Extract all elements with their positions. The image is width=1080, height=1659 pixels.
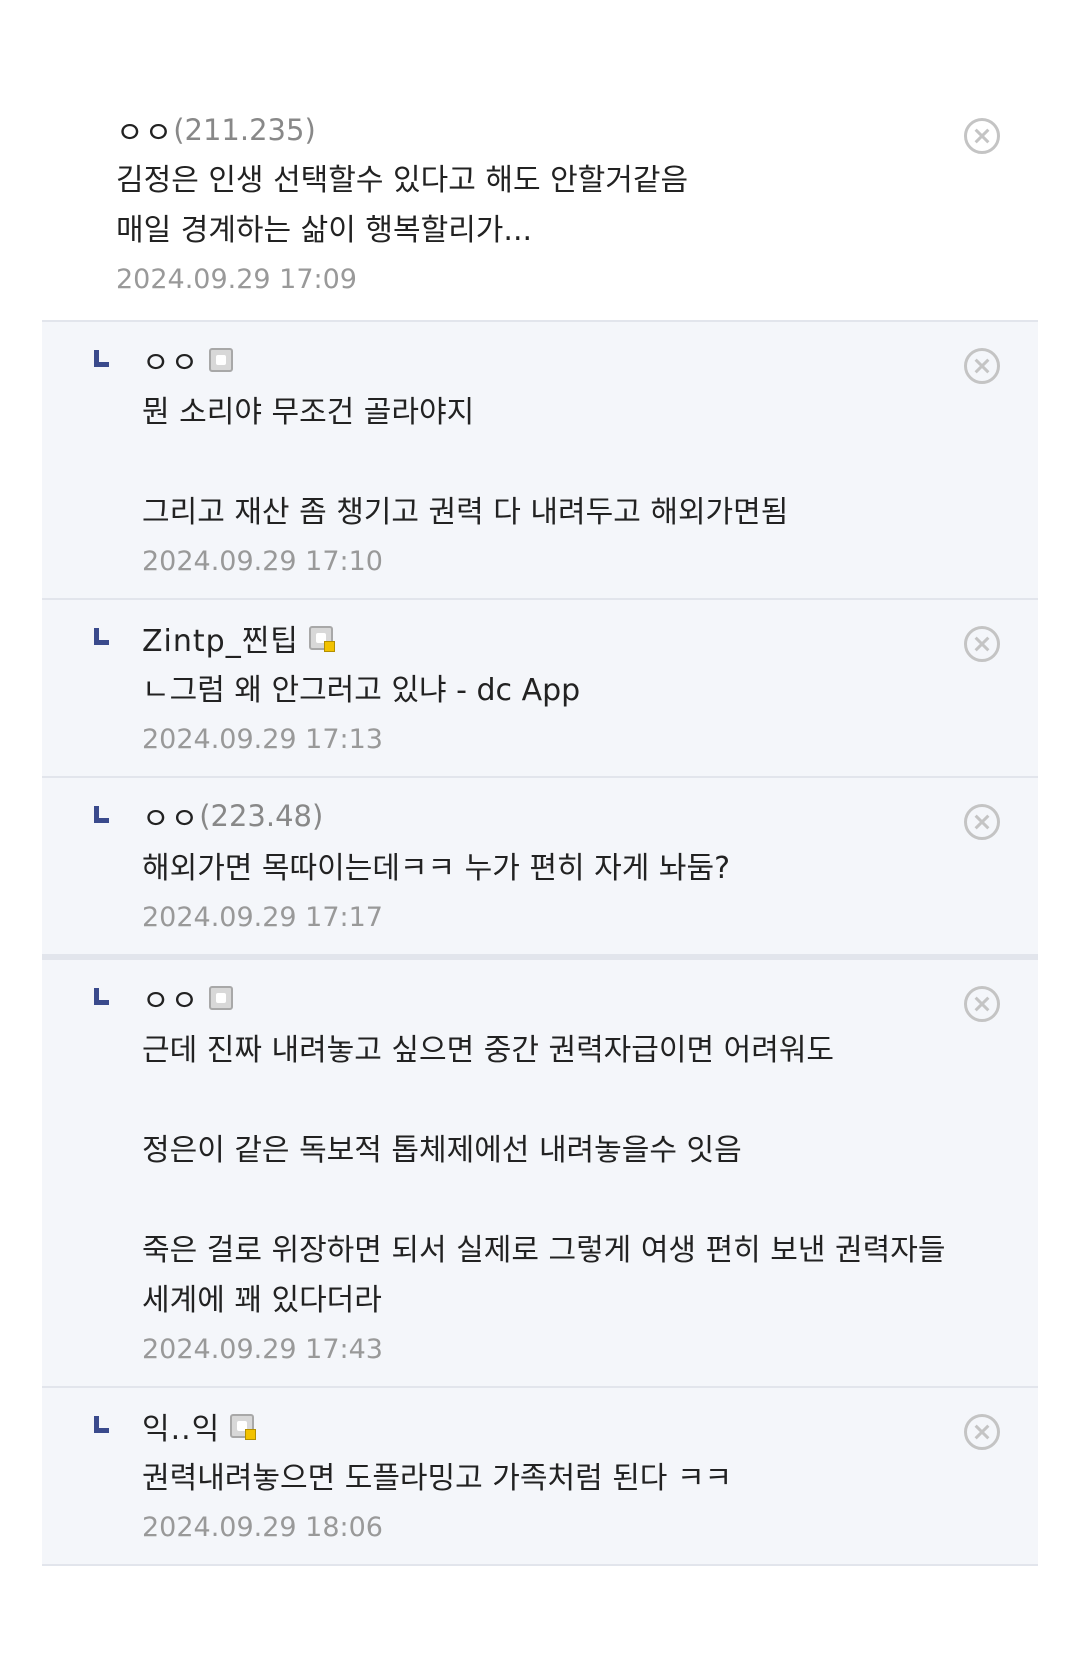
reply: ㅇㅇ (223.48) 해외가면 목따이는데ㅋㅋ 누가 편히 자게 놔둠? 20…	[42, 778, 1038, 956]
fixed-nick-gold-icon	[308, 626, 335, 652]
comment-text: 김정은 인생 선택할수 있다고 해도 안할거같음 매일 경계하는 삶이 행복할리…	[116, 163, 689, 248]
author-ip: (211.235)	[173, 113, 316, 147]
reply-date: 2024.09.29 17:13	[142, 724, 383, 755]
delete-comment-button[interactable]	[964, 118, 1000, 154]
reply-date: 2024.09.29 17:10	[142, 546, 383, 577]
comment-list: ㅇㅇ (211.235) 김정은 인생 선택할수 있다고 해도 안할거같음 매일…	[0, 0, 1080, 1566]
fixed-nick-icon	[209, 348, 234, 372]
comment: ㅇㅇ (211.235) 김정은 인생 선택할수 있다고 해도 안할거같음 매일…	[42, 0, 1038, 322]
author-name[interactable]: ㅇㅇ	[116, 108, 173, 152]
delete-reply-button[interactable]	[964, 348, 1000, 384]
author-name[interactable]: ㅇㅇ	[142, 794, 199, 838]
reply-author-line: ㅇㅇ	[142, 338, 1038, 382]
reply-date: 2024.09.29 18:06	[142, 1512, 383, 1543]
reply-text: 권력내려놓으면 도플라밍고 가족처럼 된다 ㅋㅋ	[142, 1461, 733, 1496]
reply: ㅇㅇ 뭔 소리야 무조건 골라야지 그리고 재산 좀 챙기고 권력 다 내려두고…	[42, 322, 1038, 600]
reply-author-line: ㅇㅇ (223.48)	[142, 794, 1038, 838]
reply-date: 2024.09.29 17:17	[142, 902, 383, 933]
delete-reply-button[interactable]	[964, 626, 1000, 662]
reply: Zintp_찐팁 ㄴ그럼 왜 안그러고 있냐 - dc App 2024.09.…	[42, 600, 1038, 778]
reply-arrow-icon	[94, 988, 109, 1005]
delete-reply-button[interactable]	[964, 1414, 1000, 1450]
reply-date: 2024.09.29 17:43	[142, 1334, 383, 1365]
reply-author-line: ㅇㅇ	[142, 976, 1038, 1020]
delete-reply-button[interactable]	[964, 804, 1000, 840]
reply-arrow-icon	[94, 1416, 109, 1433]
fixed-nick-gold-icon	[230, 1414, 257, 1440]
reply-author-line: 익..익	[142, 1404, 1038, 1448]
reply-text: 뭔 소리야 무조건 골라야지 그리고 재산 좀 챙기고 권력 다 내려두고 해외…	[142, 395, 789, 530]
comment-date: 2024.09.29 17:09	[116, 264, 357, 295]
reply: ㅇㅇ 근데 진짜 내려놓고 싶으면 중간 권력자급이면 어려워도 정은이 같은 …	[42, 956, 1038, 1388]
reply: 익..익 권력내려놓으면 도플라밍고 가족처럼 된다 ㅋㅋ 2024.09.29…	[42, 1388, 1038, 1566]
reply-text: 해외가면 목따이는데ㅋㅋ 누가 편히 자게 놔둠?	[142, 851, 731, 886]
author-name[interactable]: ㅇㅇ	[142, 976, 199, 1020]
comment-author-line: ㅇㅇ (211.235)	[116, 108, 1038, 152]
reply-arrow-icon	[94, 350, 109, 367]
author-ip: (223.48)	[199, 799, 324, 833]
author-name[interactable]: Zintp_찐팁	[142, 616, 299, 660]
delete-reply-button[interactable]	[964, 986, 1000, 1022]
reply-text: 근데 진짜 내려놓고 싶으면 중간 권력자급이면 어려워도 정은이 같은 독보적…	[142, 1033, 946, 1318]
reply-arrow-icon	[94, 806, 109, 823]
reply-text: ㄴ그럼 왜 안그러고 있냐 - dc App	[142, 673, 581, 708]
fixed-nick-icon	[209, 986, 234, 1010]
author-name[interactable]: 익..익	[142, 1404, 220, 1448]
reply-author-line: Zintp_찐팁	[142, 616, 1038, 660]
author-name[interactable]: ㅇㅇ	[142, 338, 199, 382]
reply-arrow-icon	[94, 628, 109, 645]
